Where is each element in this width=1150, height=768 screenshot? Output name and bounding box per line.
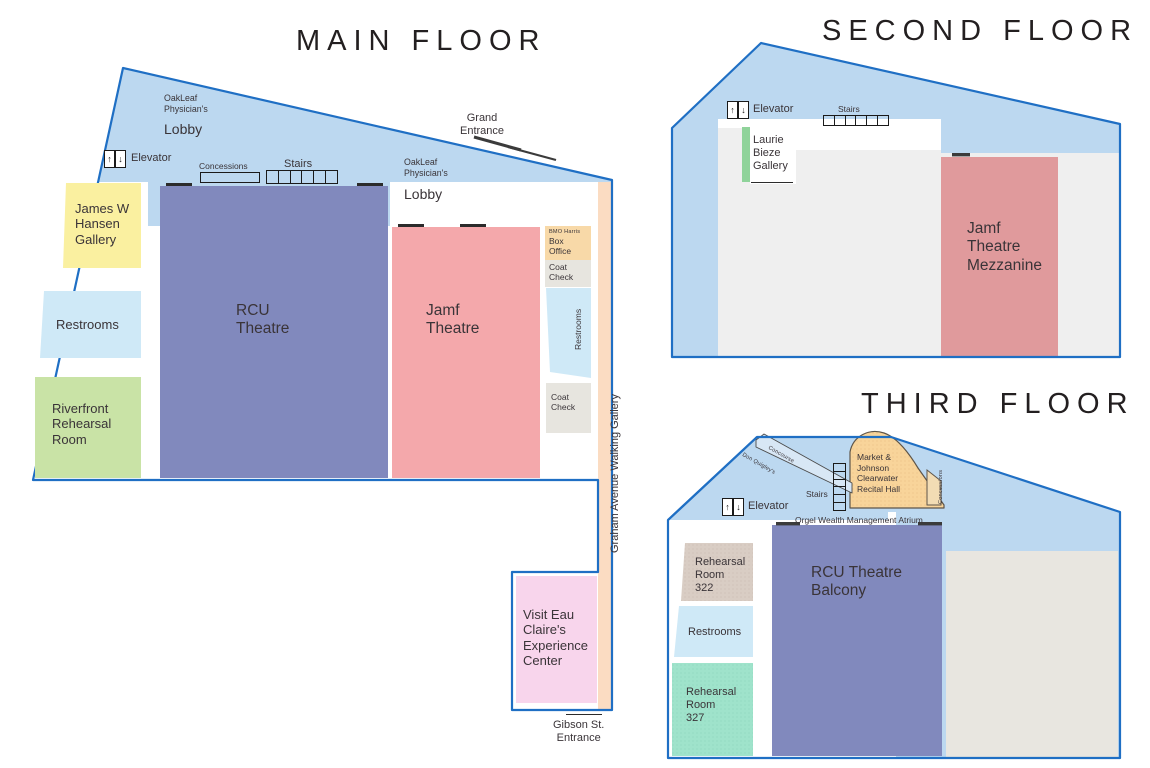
elevator-icon-third: ↑ ↓ bbox=[722, 498, 744, 516]
balcony-door-mark-a bbox=[776, 522, 800, 526]
elevator-icon-second: ↑ ↓ bbox=[727, 101, 749, 119]
elevator-up-arrow: ↑ bbox=[104, 150, 115, 168]
coat-check-upper-shape bbox=[545, 260, 591, 287]
third-restrooms-shape bbox=[674, 606, 753, 657]
jamf-theatre-mezzanine-shape bbox=[941, 157, 1058, 356]
rcu-door-mark-a bbox=[166, 183, 192, 186]
floor-plan-canvas: MAIN FLOOR SECOND FLOOR THIRD FLOOR OakL… bbox=[0, 0, 1150, 768]
laurie-bieze-gallery-rule bbox=[751, 182, 793, 183]
stairs-shape-second bbox=[823, 115, 889, 126]
elevator-up-arrow-second: ↑ bbox=[727, 101, 738, 119]
main-floor-title: MAIN FLOOR bbox=[296, 25, 547, 57]
stairs-shape-main bbox=[266, 170, 338, 184]
mezzanine-door-mark bbox=[952, 153, 970, 157]
right-restrooms-shape bbox=[546, 288, 591, 378]
coat-check-lower-shape bbox=[546, 383, 591, 433]
rehearsal-room-327-shape bbox=[672, 663, 753, 756]
rcu-door-mark-b bbox=[357, 183, 383, 186]
laurie-bieze-gallery-strip bbox=[742, 127, 750, 182]
rehearsal-room-322-shape bbox=[681, 543, 753, 601]
riverfront-rehearsal-room-shape bbox=[35, 377, 141, 478]
balcony-door-mark-b bbox=[918, 522, 942, 526]
laurie-bieze-gallery-card bbox=[750, 126, 796, 184]
elevator-down-arrow-second: ↓ bbox=[738, 101, 749, 119]
second-floor-title: SECOND FLOOR bbox=[822, 15, 1139, 47]
floor-plan-vector bbox=[31, 41, 1122, 760]
james-w-hansen-gallery-shape bbox=[63, 183, 141, 268]
main-restrooms-shape bbox=[40, 291, 141, 358]
rcu-theatre-balcony-shape bbox=[772, 525, 942, 756]
elevator-down-arrow-third: ↓ bbox=[733, 498, 744, 516]
graham-avenue-walking-gallery-shape bbox=[598, 182, 612, 710]
stairs-shape-third bbox=[833, 463, 846, 511]
rcu-theatre-shape bbox=[160, 186, 388, 478]
elevator-up-arrow-third: ↑ bbox=[722, 498, 733, 516]
gibson-entrance-mark bbox=[566, 714, 602, 716]
jamf-door-mark-b bbox=[460, 224, 486, 227]
third-floor-title: THIRD FLOOR bbox=[861, 388, 1135, 420]
third-floor-grey-block bbox=[946, 551, 1118, 757]
elevator-icon-main: ↑ ↓ bbox=[104, 150, 126, 168]
visit-eau-claire-experience-center-shape bbox=[516, 576, 597, 703]
jamf-theatre-shape bbox=[392, 227, 540, 478]
second-floor-geometry bbox=[670, 41, 1122, 359]
jamf-door-mark-a bbox=[398, 224, 424, 227]
third-floor-geometry bbox=[666, 431, 1122, 760]
box-office-shape bbox=[545, 226, 591, 260]
elevator-down-arrow: ↓ bbox=[115, 150, 126, 168]
concessions-shape-main bbox=[200, 172, 260, 183]
